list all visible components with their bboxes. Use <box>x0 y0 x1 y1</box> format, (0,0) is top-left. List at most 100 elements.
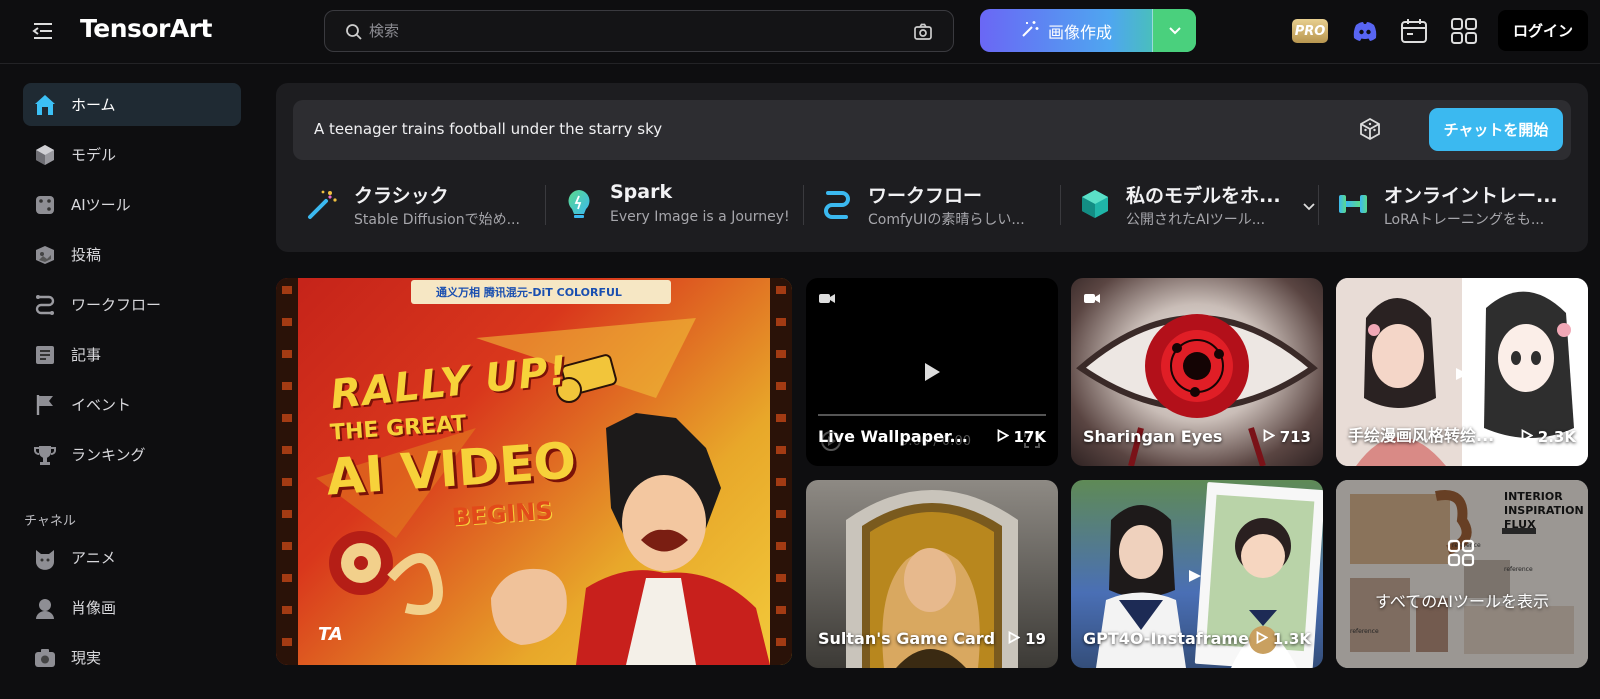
bulb-icon <box>562 187 596 221</box>
tool-divider <box>1318 185 1319 225</box>
cube-icon <box>1078 187 1112 221</box>
sidebar-item-label: 記事 <box>71 346 102 364</box>
tool-title: Spark <box>610 181 673 203</box>
tool-title: 私のモデルをホ... <box>1126 185 1281 207</box>
run-count-icon <box>1008 630 1021 648</box>
run-count: 1.3K <box>1272 630 1311 648</box>
apps-grid-icon[interactable] <box>1449 16 1479 46</box>
card-stat: 17K <box>997 428 1047 446</box>
person-icon <box>33 596 57 620</box>
card-stat: 19 <box>1008 630 1046 648</box>
workflow-icon <box>820 187 854 221</box>
card-title: Sultan's Game Card <box>818 629 996 648</box>
trophy-icon <box>33 443 57 467</box>
menu-toggle-icon[interactable] <box>32 20 54 42</box>
card-sultans-game-card[interactable]: Sultan's Game Card 19 <box>806 480 1058 668</box>
sidebar-item-home[interactable]: ホーム <box>23 83 241 126</box>
dice-icon <box>33 193 57 217</box>
run-count: 19 <box>1025 630 1046 648</box>
sidebar-item-posts[interactable]: 投稿 <box>23 233 241 276</box>
video-progress-bar[interactable] <box>818 414 1046 416</box>
sidebar-item-label: 投稿 <box>71 246 102 264</box>
tool-divider <box>545 185 546 225</box>
camera-search-icon[interactable] <box>913 22 933 46</box>
sidebar-item-label: モデル <box>71 146 117 164</box>
banner-corner-logo: TA <box>318 624 343 645</box>
tool-divider <box>803 185 804 225</box>
reference-label: reference <box>1504 566 1533 573</box>
sidebar-item-workflow[interactable]: ワークフロー <box>23 283 241 326</box>
card-view-all-ai-tools[interactable]: INTERIOR INSPIRATION FLUX reference refe… <box>1336 480 1588 668</box>
card-title: Live Wallpaper... <box>818 427 968 446</box>
overlay-heading: INTERIOR INSPIRATION FLUX <box>1504 490 1584 531</box>
login-button[interactable]: ログイン <box>1498 10 1588 51</box>
tool-online-training[interactable]: オンライントレー... LoRAトレーニングをも... <box>1336 179 1576 231</box>
run-count: 2.3K <box>1537 428 1576 446</box>
video-icon <box>818 290 836 304</box>
tool-subtitle: LoRAトレーニングをも... <box>1384 212 1545 228</box>
tool-title: オンライントレー... <box>1384 185 1558 207</box>
sidebar-item-anime[interactable]: アニメ <box>23 536 241 579</box>
pro-badge[interactable]: PRO <box>1292 19 1328 43</box>
sidebar-item-portrait[interactable]: 肖像画 <box>23 586 241 629</box>
card-gpt4o-instaframe[interactable]: GPT4O-Instaframe 1.3K <box>1071 480 1323 668</box>
post-icon <box>33 243 57 267</box>
camera-icon <box>33 646 57 670</box>
discord-icon[interactable] <box>1350 16 1380 46</box>
tool-host-model[interactable]: 私のモデルをホ... 公開されたAIツール... <box>1078 179 1315 231</box>
prompt-panel: A teenager trains football under the sta… <box>276 83 1588 252</box>
chevron-down-icon <box>1168 21 1182 40</box>
flag-icon <box>33 393 57 417</box>
tool-workflow[interactable]: ワークフロー ComfyUIの素晴らしい... <box>820 179 1050 231</box>
tool-subtitle: 公開されたAIツール... <box>1126 212 1266 228</box>
tool-classic[interactable]: クラシック Stable Diffusionで始め... <box>306 179 536 231</box>
start-chat-button[interactable]: チャットを開始 <box>1429 108 1563 151</box>
search-input[interactable] <box>369 20 889 42</box>
run-count-icon <box>997 428 1009 446</box>
sidebar-item-label: 肖像画 <box>71 599 117 617</box>
sidebar-item-ai-tools[interactable]: AIツール <box>23 183 241 226</box>
sidebar-item-label: 現実 <box>71 649 102 667</box>
sidebar-item-articles[interactable]: 記事 <box>23 333 241 376</box>
home-icon <box>33 93 57 117</box>
banner-sponsors: 通义万相 腾讯混元-DiT COLORFUL <box>436 286 622 299</box>
tool-subtitle: Stable Diffusionで始め... <box>354 212 520 228</box>
card-live-wallpaper[interactable]: 0:00 / 0:00 Live Wallpaper... 17K <box>806 278 1058 466</box>
card-stat: 2.3K <box>1521 428 1576 446</box>
dumbbell-icon <box>1336 187 1370 221</box>
run-count-icon <box>1256 630 1269 648</box>
play-icon[interactable] <box>923 362 941 386</box>
card-sharingan-eyes[interactable]: Sharingan Eyes 713 <box>1071 278 1323 466</box>
sidebar-item-models[interactable]: モデル <box>23 133 241 176</box>
create-image-button[interactable]: 画像作成 <box>980 9 1152 52</box>
tool-spark[interactable]: Spark Every Image is a Journey! <box>562 179 792 231</box>
card-manga-style[interactable]: 手绘漫画风格转绘... 2.3K <box>1336 278 1588 466</box>
card-title: 手绘漫画风格转绘... <box>1348 426 1495 445</box>
chevron-down-icon[interactable] <box>1302 197 1316 216</box>
prompt-text[interactable]: A teenager trains football under the sta… <box>314 120 662 138</box>
sidebar-item-events[interactable]: イベント <box>23 383 241 426</box>
promo-banner[interactable]: 通义万相 腾讯混元-DiT COLORFUL RALLY UP! THE GRE… <box>276 278 792 665</box>
create-image-group: 画像作成 <box>980 9 1196 52</box>
calendar-icon[interactable] <box>1399 16 1429 46</box>
sidebar-item-ranking[interactable]: ランキング <box>23 433 241 476</box>
search-bar <box>324 10 954 52</box>
workflow-icon <box>33 293 57 317</box>
cat-icon <box>33 546 57 570</box>
run-count: 17K <box>1013 428 1047 446</box>
video-icon <box>1083 290 1101 304</box>
tool-subtitle: Every Image is a Journey! <box>610 209 790 225</box>
sidebar-item-label: アニメ <box>71 549 116 567</box>
sidebar-item-label: ホーム <box>71 96 116 114</box>
run-count-icon <box>1521 428 1534 446</box>
channel-section-label: チャネル <box>24 514 76 529</box>
random-dice-icon[interactable] <box>1358 117 1382 145</box>
sidebar-item-reality[interactable]: 現実 <box>23 636 241 679</box>
sidebar-item-label: ワークフロー <box>71 296 162 314</box>
article-icon <box>33 343 57 367</box>
create-dropdown-button[interactable] <box>1153 9 1196 52</box>
logo[interactable]: TensorArt <box>80 14 213 43</box>
search-icon <box>345 23 363 45</box>
card-title: GPT4O-Instaframe <box>1083 629 1249 648</box>
prompt-box[interactable]: A teenager trains football under the sta… <box>293 100 1571 160</box>
